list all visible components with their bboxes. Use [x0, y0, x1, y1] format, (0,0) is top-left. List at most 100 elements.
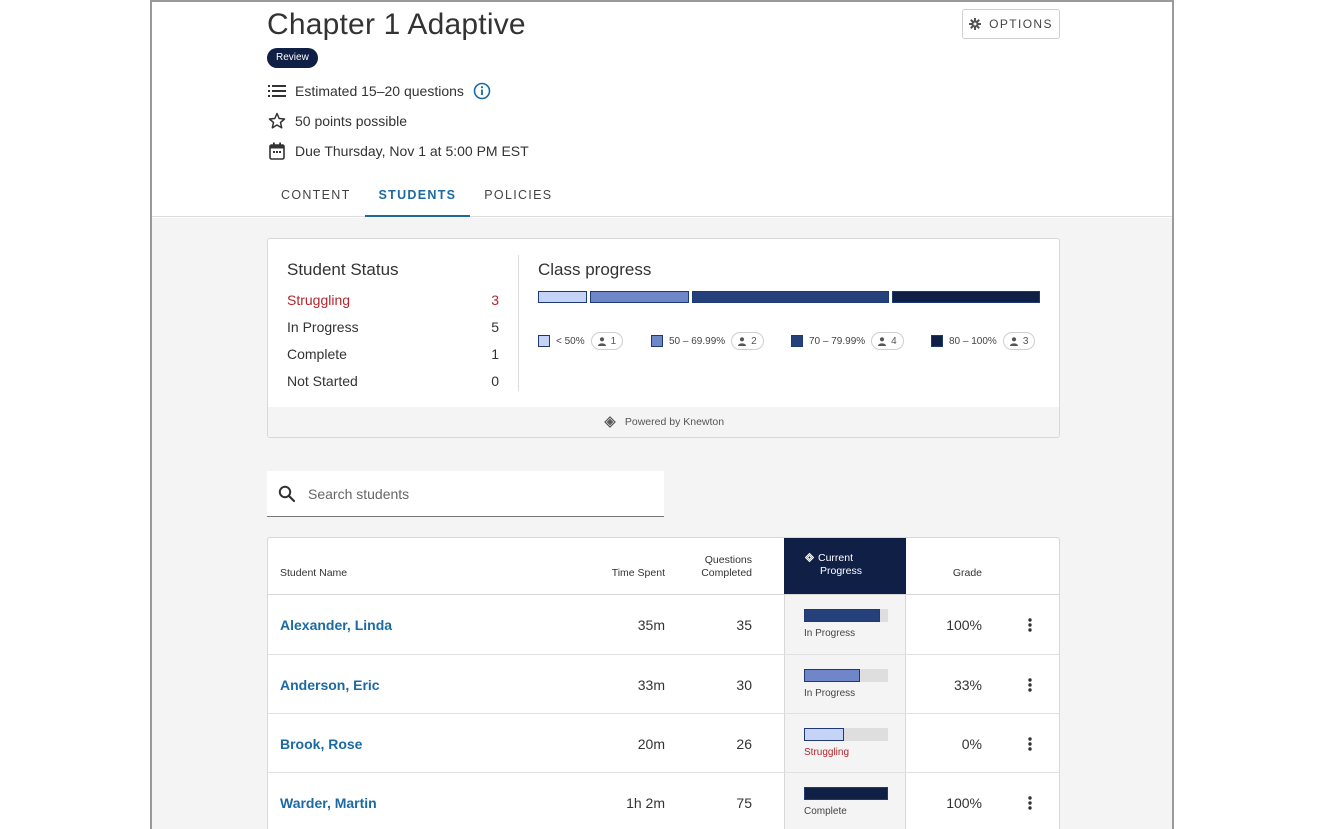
- progress-track: [804, 669, 888, 682]
- options-button[interactable]: OPTIONS: [962, 9, 1060, 39]
- points-text: 50 points possible: [295, 113, 408, 129]
- search-input[interactable]: [308, 485, 638, 502]
- table-row: Alexander, Linda 35m 35 In Progress 100%: [268, 595, 1059, 654]
- progress-cell: Complete: [784, 773, 906, 829]
- progress-status: In Progress: [804, 628, 856, 639]
- grade-cell: 33%: [953, 676, 982, 693]
- info-icon[interactable]: [473, 82, 491, 100]
- class-progress-segment: [691, 291, 890, 303]
- calendar-icon: [267, 141, 287, 161]
- questions-completed-cell: 30: [736, 676, 752, 693]
- tab-bar: CONTENT STUDENTS POLICIES: [267, 178, 566, 217]
- legend-count-pill[interactable]: 4: [871, 332, 904, 350]
- legend-range: 80 – 100%: [949, 335, 997, 347]
- due-date-text: Due Thursday, Nov 1 at 5:00 PM EST: [295, 143, 529, 159]
- person-icon: [878, 336, 887, 346]
- tab-students[interactable]: STUDENTS: [364, 178, 471, 217]
- star-icon: [267, 111, 287, 131]
- legend-count: 1: [610, 335, 617, 347]
- legend-swatch: [538, 335, 550, 347]
- table-row: Anderson, Eric 33m 30 In Progress 33%: [268, 654, 1059, 714]
- options-label: OPTIONS: [989, 17, 1053, 31]
- status-label: Complete: [287, 346, 347, 362]
- person-icon: [597, 336, 606, 346]
- legend-count-pill[interactable]: 2: [731, 332, 764, 350]
- progress-track: [804, 609, 888, 622]
- legend-count-pill[interactable]: 3: [1002, 332, 1036, 350]
- questions-completed-cell: 35: [736, 616, 752, 633]
- header-student-name[interactable]: Student Name: [280, 538, 347, 594]
- status-count: 1: [491, 346, 499, 362]
- progress-track: [804, 728, 888, 741]
- legend-item-70-80: 70 – 79.99% 4: [791, 332, 904, 350]
- students-panel: Student Status Struggling 3 In Progress …: [152, 218, 1172, 829]
- tab-content[interactable]: CONTENT: [267, 178, 365, 217]
- grade-cell: 100%: [946, 794, 982, 811]
- legend-range: 50 – 69.99%: [669, 335, 726, 347]
- assignment-header: Chapter 1 Adaptive Review Estimated 15–2…: [152, 2, 1172, 217]
- app-window: Chapter 1 Adaptive Review Estimated 15–2…: [150, 0, 1174, 829]
- estimated-questions-row: Estimated 15–20 questions: [267, 80, 491, 102]
- header-time-spent[interactable]: Time Spent: [588, 538, 665, 594]
- legend-count-pill[interactable]: 1: [590, 332, 624, 350]
- more-vertical-icon: [1028, 617, 1032, 632]
- legend-count: 4: [891, 335, 897, 347]
- due-date-row: Due Thursday, Nov 1 at 5:00 PM EST: [267, 140, 529, 162]
- table-row: Warder, Martin 1h 2m 75 Complete 100%: [268, 772, 1059, 829]
- student-name-link[interactable]: Alexander, Linda: [280, 595, 392, 654]
- row-more-menu[interactable]: [1020, 714, 1040, 773]
- powered-by-footer: Powered by Knewton: [268, 407, 1059, 437]
- status-card: Student Status Struggling 3 In Progress …: [267, 238, 1060, 438]
- legend-swatch: [791, 335, 803, 347]
- review-badge: Review: [267, 48, 318, 68]
- row-more-menu[interactable]: [1020, 655, 1040, 714]
- questions-completed-cell: 75: [736, 794, 752, 811]
- person-icon: [1009, 336, 1018, 346]
- progress-status: In Progress: [804, 688, 856, 699]
- search-box[interactable]: [267, 471, 664, 517]
- progress-status: Struggling: [804, 747, 850, 758]
- time-spent-cell: 20m: [637, 735, 665, 752]
- page-title: Chapter 1 Adaptive: [267, 8, 526, 41]
- progress-fill: [804, 787, 888, 800]
- knewton-logo-icon: [604, 416, 616, 428]
- progress-status: Complete: [804, 806, 847, 817]
- class-progress-segment: [892, 291, 1040, 303]
- status-row-not-started: Not Started 0: [287, 373, 499, 393]
- row-more-menu[interactable]: [1020, 595, 1040, 654]
- powered-by-text: Powered by Knewton: [624, 416, 725, 428]
- table-row: Brook, Rose 20m 26 Struggling 0%: [268, 713, 1059, 773]
- progress-fill: [804, 728, 845, 741]
- class-progress-segment: [590, 291, 689, 303]
- time-spent-cell: 1h 2m: [626, 794, 665, 811]
- student-name-link[interactable]: Warder, Martin: [280, 773, 377, 829]
- more-vertical-icon: [1028, 677, 1032, 692]
- header-grade[interactable]: Grade: [928, 538, 982, 594]
- student-status-title: Student Status: [287, 260, 399, 279]
- status-label: In Progress: [287, 319, 359, 335]
- search-icon: [278, 485, 296, 502]
- legend-range: 70 – 79.99%: [809, 335, 866, 347]
- list-icon: [267, 81, 287, 101]
- student-name-link[interactable]: Anderson, Eric: [280, 655, 380, 714]
- status-label: Struggling: [287, 292, 351, 308]
- time-spent-cell: 33m: [637, 676, 665, 693]
- grade-cell: 100%: [946, 616, 982, 633]
- legend-range: < 50%: [556, 335, 585, 347]
- students-table: Student Name Time Spent Questions Complet…: [267, 537, 1060, 829]
- legend-item-50-70: 50 – 69.99% 2: [651, 332, 764, 350]
- student-name-link[interactable]: Brook, Rose: [280, 714, 362, 773]
- header-current-progress[interactable]: Current Progress: [784, 538, 906, 594]
- header-questions-completed[interactable]: Questions Completed: [678, 538, 752, 594]
- tab-policies[interactable]: POLICIES: [470, 178, 566, 217]
- person-icon: [738, 336, 747, 346]
- row-more-menu[interactable]: [1020, 773, 1040, 829]
- legend-item-80-100: 80 – 100% 3: [931, 332, 1036, 350]
- status-row-struggling[interactable]: Struggling 3: [287, 292, 499, 312]
- class-progress-title: Class progress: [538, 260, 652, 279]
- knewton-logo-icon: [804, 552, 815, 563]
- legend-item-under-50: < 50% 1: [538, 332, 624, 350]
- legend-count: 2: [751, 335, 757, 347]
- points-row: 50 points possible: [267, 110, 407, 132]
- legend-swatch: [931, 335, 943, 347]
